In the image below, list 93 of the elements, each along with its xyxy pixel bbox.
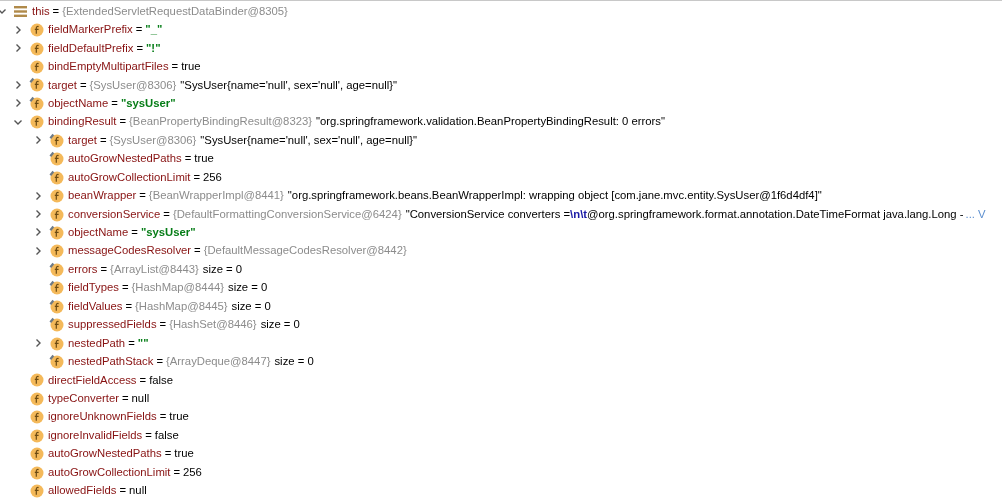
type-label: {BeanWrapperImpl@8441} — [148, 188, 284, 204]
type-label: {BeanPropertyBindingResult@8323} — [129, 114, 312, 130]
variable-value: true — [174, 446, 194, 462]
equals-sign: = — [138, 188, 147, 204]
variable-name: this — [32, 3, 50, 19]
variable-name: nestedPathStack — [68, 354, 154, 370]
variable-value: "sysUser" — [140, 225, 196, 240]
variable-value: 256 — [183, 464, 202, 480]
type-label: {ArrayList@8443} — [110, 261, 199, 277]
equals-sign: = — [172, 464, 182, 480]
variable-value: null — [131, 390, 150, 406]
equals-sign: = — [110, 95, 119, 111]
type-label: {DefaultFormattingConversionService@6424} — [172, 206, 402, 222]
variable-value: "ConversionService converters =\n\t@org.springframework.format.annotation.DateTimeFormat java.lang.Long - — [405, 206, 964, 222]
equals-sign: = — [127, 335, 136, 351]
variable-name: beanWrapper — [68, 188, 137, 204]
variable-name: directFieldAccess — [48, 372, 137, 388]
equals-sign: = — [120, 390, 130, 406]
equals-sign: = — [155, 354, 165, 370]
variable-name: autoGrowCollectionLimit — [48, 464, 171, 480]
variable-name: fieldMarkerPrefix — [48, 22, 133, 38]
variable-value: true — [181, 59, 201, 75]
variable-value: 256 — [203, 169, 222, 185]
type-label: {SysUser@8306} — [109, 132, 197, 148]
equals-sign: = — [118, 114, 128, 130]
variable-value: "" — [137, 335, 149, 351]
variable-value: "org.springframework.beans.BeanWrapperImpl: wrapping object [com.jane.mvc.entity.SysUser@1f6d4df4]" — [287, 188, 822, 204]
variable-value: true — [194, 151, 214, 167]
variable-value: size = 0 — [228, 280, 268, 296]
equals-sign: = — [144, 427, 153, 443]
variable-name: autoGrowNestedPaths — [68, 151, 182, 167]
variable-name: target — [68, 132, 97, 148]
type-label: {HashMap@8444} — [131, 280, 224, 296]
equals-sign: = — [120, 280, 130, 296]
equals-sign: = — [158, 409, 168, 425]
equals-sign: = — [134, 22, 144, 38]
variable-value: true — [169, 409, 189, 425]
equals-sign: = — [118, 483, 128, 499]
variable-value: false — [149, 372, 173, 388]
equals-sign: = — [78, 77, 88, 93]
equals-sign: = — [170, 59, 180, 75]
equals-sign: = — [51, 3, 61, 19]
variable-name: fieldTypes — [68, 280, 119, 296]
variable-name: errors — [68, 261, 98, 277]
equals-sign: = — [192, 169, 202, 185]
equals-sign: = — [183, 151, 193, 167]
equals-sign: = — [138, 372, 148, 388]
variable-value: "SysUser{name='null', sex='null', age=null}" — [180, 77, 397, 93]
object-icon — [13, 3, 28, 19]
variable-name: target — [48, 77, 77, 93]
variable-name: fieldValues — [68, 298, 123, 314]
variable-value: false — [154, 427, 179, 443]
variable-value: "_" — [145, 22, 163, 38]
variable-value: "!" — [146, 40, 161, 56]
equals-sign: = — [163, 446, 173, 462]
type-label: {DefaultMessageCodesResolver@8442} — [203, 243, 407, 259]
variable-name: typeConverter — [48, 390, 119, 406]
variable-name: ignoreUnknownFields — [48, 409, 157, 425]
equals-sign: = — [162, 206, 171, 222]
view-link[interactable]: ... V — [965, 205, 986, 223]
variable-name: objectName — [48, 95, 109, 111]
type-label: {HashMap@8445} — [135, 298, 228, 314]
variable-name: fieldDefaultPrefix — [48, 40, 134, 56]
variable-name: autoGrowCollectionLimit — [68, 169, 191, 185]
variable-name: suppressedFields — [68, 317, 157, 333]
type-label: {SysUser@8306} — [89, 77, 177, 93]
equals-sign: = — [130, 225, 139, 240]
variable-value: null — [129, 483, 147, 499]
variable-value: "org.springframework.validation.BeanPropertyBindingResult: 0 errors" — [316, 114, 665, 130]
equals-sign: = — [135, 40, 144, 56]
variable-name: bindingResult — [48, 114, 117, 130]
equals-sign: = — [158, 317, 168, 333]
variable-value: size = 0 — [260, 317, 300, 333]
equals-sign: = — [99, 261, 109, 277]
variable-name: bindEmptyMultipartFiles — [48, 59, 169, 75]
equals-sign: = — [193, 243, 202, 259]
variable-value: size = 0 — [202, 261, 243, 277]
variable-value: "sysUser" — [120, 95, 176, 111]
variable-name: conversionService — [68, 206, 161, 222]
variable-name: autoGrowNestedPaths — [48, 446, 162, 462]
variable-name: ignoreInvalidFields — [48, 427, 143, 443]
variable-name: messageCodesResolver — [68, 243, 192, 259]
variable-name: allowedFields — [48, 483, 117, 499]
variable-value: size = 0 — [274, 354, 314, 370]
type-label: {HashSet@8446} — [169, 317, 257, 333]
type-label: {ExtendedServletRequestDataBinder@8305} — [62, 3, 288, 19]
variable-name: nestedPath — [68, 335, 126, 351]
equals-sign: = — [124, 298, 134, 314]
type-label: {ArrayDeque@8447} — [166, 354, 271, 370]
variable-name: objectName — [68, 225, 129, 240]
variable-value: size = 0 — [231, 298, 271, 314]
equals-sign: = — [98, 132, 108, 148]
variable-value: "SysUser{name='null', sex='null', age=null}" — [200, 132, 417, 148]
